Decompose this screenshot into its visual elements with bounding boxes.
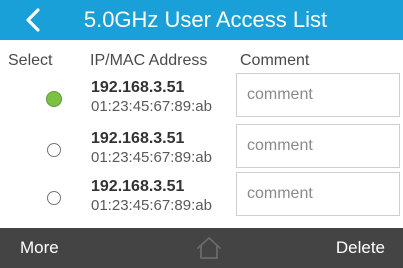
more-button[interactable]: More [20,228,59,268]
home-icon [197,237,221,259]
title-bar: 5.0GHz User Access List [0,0,403,40]
column-header-comment: Comment [240,52,310,69]
select-radio[interactable] [47,143,61,157]
comment-input[interactable] [236,172,400,216]
comment-input[interactable] [236,124,400,168]
mac-address: 01:23:45:67:89:ab [91,197,212,214]
ip-address: 192.168.3.51 [91,79,185,96]
list-item: 192.168.3.51 01:23:45:67:89:ab [0,124,403,174]
list-item: 192.168.3.51 01:23:45:67:89:ab [0,172,403,222]
ip-address: 192.168.3.51 [91,130,185,147]
bottom-toolbar: More Delete [0,228,403,268]
select-radio[interactable] [47,191,61,205]
page-title: 5.0GHz User Access List [83,7,328,32]
select-radio[interactable] [46,91,62,107]
mac-address: 01:23:45:67:89:ab [91,98,212,115]
home-button[interactable] [196,236,222,260]
ip-address: 192.168.3.51 [91,178,185,195]
mac-address: 01:23:45:67:89:ab [91,149,212,166]
column-header-select: Select [8,52,53,69]
list-item: 192.168.3.51 01:23:45:67:89:ab [0,73,403,123]
user-access-list-screen: 5.0GHz User Access List Select IP/MAC Ad… [0,0,403,268]
column-header-ip-mac: IP/MAC Address [90,52,208,69]
delete-button[interactable]: Delete [336,228,385,268]
comment-input[interactable] [236,73,400,117]
